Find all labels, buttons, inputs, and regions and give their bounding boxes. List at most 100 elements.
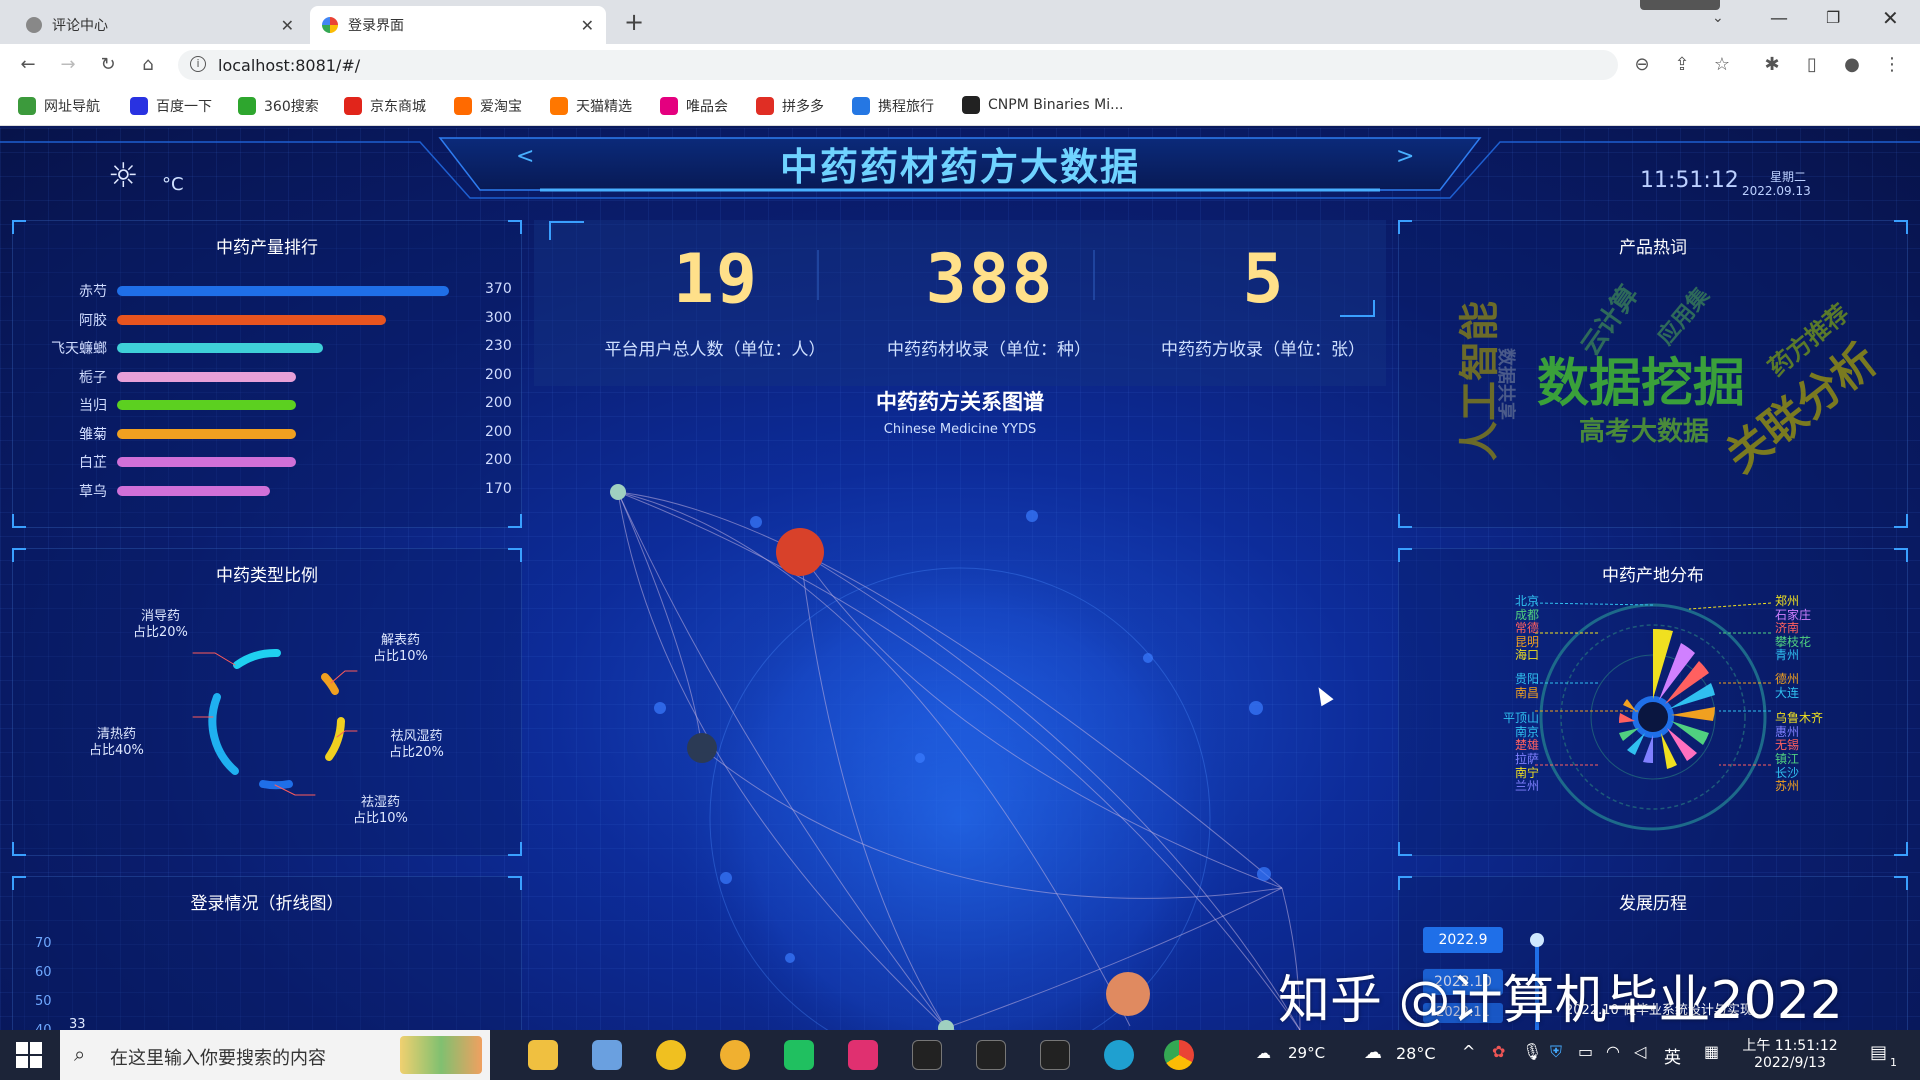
ime-indicator[interactable]: 英: [1664, 1043, 1681, 1068]
globe-icon: [26, 17, 42, 33]
extensions-icon[interactable]: ✱: [1760, 53, 1784, 77]
star-icon[interactable]: ☆: [1710, 53, 1734, 77]
tray-time[interactable]: 上午 11:51:12: [1740, 1035, 1840, 1055]
app-icon[interactable]: [592, 1040, 622, 1070]
reload-button[interactable]: ↻: [96, 53, 120, 77]
stats-panel: 19 平台用户总人数（单位：人） 388 中药药材收录（单位：种） 5 中药药方…: [534, 220, 1386, 386]
app-icon[interactable]: [656, 1040, 686, 1070]
bookmark-item[interactable]: 360搜索: [238, 96, 319, 116]
bookmark-item[interactable]: 天猫精选: [550, 96, 632, 116]
login-panel: 登录情况（折线图） 70605040 33: [12, 876, 522, 1030]
hotword[interactable]: 高考大数据: [1579, 411, 1709, 448]
next-arrow[interactable]: >: [1396, 144, 1414, 169]
windows-start-icon[interactable]: [16, 1042, 42, 1068]
ring-segment-qufeng: [325, 717, 345, 761]
bookmark-item[interactable]: 拼多多: [756, 96, 824, 116]
wifi-icon[interactable]: ◠: [1606, 1042, 1620, 1061]
terminal-icon[interactable]: [1040, 1040, 1070, 1070]
sidepanel-icon[interactable]: ▯: [1800, 53, 1824, 77]
date: 2022.09.13: [1742, 184, 1811, 198]
chrome-icon[interactable]: [1164, 1040, 1194, 1070]
terminal-icon[interactable]: [976, 1040, 1006, 1070]
stat-recipes-value: 5: [1242, 240, 1286, 319]
origin-label: 兰州: [1514, 779, 1539, 794]
origin-label: 长沙: [1775, 765, 1800, 780]
ring-segment-jiebiao: [321, 673, 339, 695]
back-button[interactable]: ←: [16, 53, 40, 77]
new-tab-button[interactable]: +: [624, 8, 644, 36]
chevron-down-icon[interactable]: ⌄: [1712, 10, 1724, 26]
tab-login[interactable]: 登录界面 ✕: [310, 6, 606, 44]
zoom-icon[interactable]: ⊖: [1630, 53, 1654, 77]
bookmark-item[interactable]: CNPM Binaries Mi...: [962, 96, 1124, 114]
origin-label: 海口: [1514, 648, 1539, 663]
restore-button[interactable]: ❐: [1826, 8, 1840, 27]
bookmark-icon: [344, 97, 362, 115]
tray-icon[interactable]: ✿: [1492, 1042, 1505, 1061]
forward-button[interactable]: →: [56, 53, 80, 77]
google-icon: [322, 17, 338, 33]
tab-comments[interactable]: 评论中心 ✕: [14, 6, 306, 44]
window-close-button[interactable]: ✕: [1882, 6, 1899, 30]
info-icon[interactable]: i: [190, 56, 206, 72]
volume-icon[interactable]: ◁: [1634, 1042, 1646, 1061]
ranking-label: 阿胶: [79, 312, 107, 329]
chevron-up-icon[interactable]: ^: [1462, 1042, 1475, 1061]
relation-graph[interactable]: [540, 458, 1380, 1030]
hotword[interactable]: 数据共享: [1494, 348, 1520, 420]
ranking-bar: [117, 400, 297, 410]
home-button[interactable]: ⌂: [136, 53, 160, 77]
login-first-value: 33: [69, 1017, 86, 1030]
bookmark-item[interactable]: 爱淘宝: [454, 96, 522, 116]
stat-users-value: 19: [673, 240, 759, 319]
ranking-title: 中药产量排行: [216, 238, 318, 258]
prev-arrow[interactable]: <: [516, 144, 534, 169]
notification-icon[interactable]: ▤: [1870, 1042, 1887, 1063]
url-text[interactable]: localhost:8081/#/: [218, 56, 360, 75]
stat-users-label: 平台用户总人数（单位：人）: [604, 340, 826, 360]
app-icon[interactable]: [720, 1040, 750, 1070]
terminal-icon[interactable]: [912, 1040, 942, 1070]
history-entry[interactable]: 2022.9: [1423, 927, 1503, 953]
bookmark-item[interactable]: 携程旅行: [852, 96, 934, 116]
keyboard-icon[interactable]: ▦: [1704, 1042, 1719, 1061]
bookmark-item[interactable]: 百度一下: [130, 96, 212, 116]
hotword[interactable]: 数据挖掘: [1537, 341, 1745, 416]
mic-icon[interactable]: 🎙: [1522, 1042, 1542, 1061]
bookmark-item[interactable]: 网址导航: [18, 96, 100, 116]
origin-label: 南昌: [1514, 685, 1539, 700]
type-label: 解表药 占比10%: [373, 633, 428, 664]
intellij-icon[interactable]: [848, 1040, 878, 1070]
ranking-label: 雏菊: [79, 426, 107, 443]
bookmark-item[interactable]: 京东商城: [344, 96, 426, 116]
pycharm-icon[interactable]: [784, 1040, 814, 1070]
close-icon[interactable]: ✕: [281, 16, 294, 35]
bookmark-item[interactable]: 唯品会: [660, 96, 728, 116]
type-label: 清热药 占比40%: [89, 727, 144, 758]
taskbar-search[interactable]: ⌕ 在这里输入你要搜索的内容: [60, 1030, 490, 1080]
minimize-button[interactable]: —: [1770, 8, 1788, 29]
page-title: 中药药材药方大数据: [779, 145, 1140, 189]
ranking-label: 白芷: [79, 455, 107, 471]
origin-left-labels: 北京 成都 常德 昆明 海口 贵阳 南昌 平顶山 南京 楚雄 拉萨 南宁 兰州: [1423, 594, 1539, 794]
share-icon[interactable]: ⇪: [1670, 53, 1694, 77]
tray-date[interactable]: 2022/9/13: [1740, 1055, 1840, 1071]
weather-temp-1: 29°C: [1288, 1044, 1326, 1062]
omnibox[interactable]: i localhost:8081/#/: [178, 50, 1618, 80]
shield-icon[interactable]: ⛨: [1550, 1042, 1562, 1062]
menu-icon[interactable]: ⋮: [1880, 53, 1904, 77]
ranking-row: 草乌 170: [13, 477, 513, 505]
types-title: 中药类型比例: [216, 566, 318, 586]
ranking-value: 300: [485, 309, 512, 326]
avatar-icon[interactable]: ●: [1840, 53, 1864, 77]
file-explorer-icon[interactable]: [528, 1040, 558, 1070]
bookmark-label: 天猫精选: [576, 99, 632, 115]
hotword[interactable]: 应用集: [1649, 279, 1716, 350]
ranking-label: 草乌: [79, 483, 107, 500]
edge-icon[interactable]: [1104, 1040, 1134, 1070]
origin-label: 济南: [1775, 621, 1800, 636]
close-icon[interactable]: ✕: [581, 16, 594, 35]
ranking-panel: 中药产量排行 赤芍 370 阿胶 300 飞天蠊螂 230 栀子 200 当归 200 雏菊 200 白…: [12, 220, 522, 528]
battery-icon[interactable]: ▭: [1578, 1042, 1593, 1061]
origin-label: 南宁: [1514, 765, 1539, 780]
